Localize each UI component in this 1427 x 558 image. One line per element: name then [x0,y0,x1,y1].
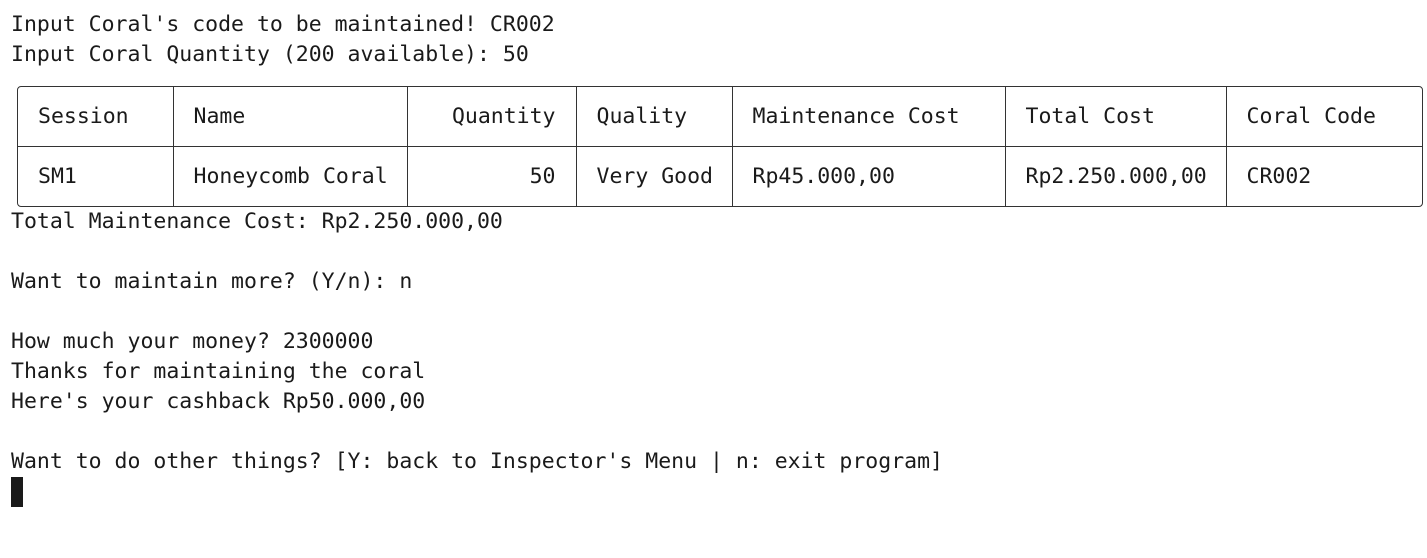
cell-quantity: 50 [407,146,577,206]
coral-code-prompt: Input Coral's code to be maintained! CR0… [11,12,555,37]
terminal-output: Input Coral's code to be maintained! CR0… [11,10,1423,507]
cell-coral-code: CR002 [1246,164,1312,189]
cell-maintenance-cost: Rp45.000,00 [732,146,1006,206]
cell-total-cost: Rp2.250.000,00 [1005,146,1227,206]
cashback-message: Here's your cashback Rp50.000,00 [11,389,426,414]
header-quantity: Quantity [407,87,577,147]
header-coral-code: Coral Code [1246,104,1376,129]
thanks-message: Thanks for maintaining the coral [11,359,426,384]
cell-session: SM1 [18,146,174,206]
total-maintenance-cost: Total Maintenance Cost: Rp2.250.000,00 [11,209,503,234]
money-prompt: How much your money? 2300000 [11,329,374,354]
header-total-cost: Total Cost [1005,87,1227,147]
coral-quantity-prompt: Input Coral Quantity (200 available): 50 [11,42,529,67]
maintain-more-prompt: Want to maintain more? (Y/n): n [11,269,413,294]
cell-quality: Very Good [576,146,733,206]
other-things-prompt: Want to do other things? [Y: back to Ins… [11,449,943,474]
table-header-row: Session Name Quantity Quality Maintenanc… [18,87,1422,147]
table-row: SM1 Honeycomb Coral 50 Very Good Rp45.00… [18,146,1422,206]
terminal-cursor[interactable] [11,477,23,507]
input-line[interactable] [11,477,1421,507]
header-maintenance-cost: Maintenance Cost [732,87,1006,147]
cell-name: Honeycomb Coral [173,146,408,206]
header-name: Name [173,87,408,147]
header-quality: Quality [576,87,733,147]
header-session: Session [18,87,174,147]
maintenance-table: Session Name Quantity Quality Maintenanc… [17,86,1423,207]
